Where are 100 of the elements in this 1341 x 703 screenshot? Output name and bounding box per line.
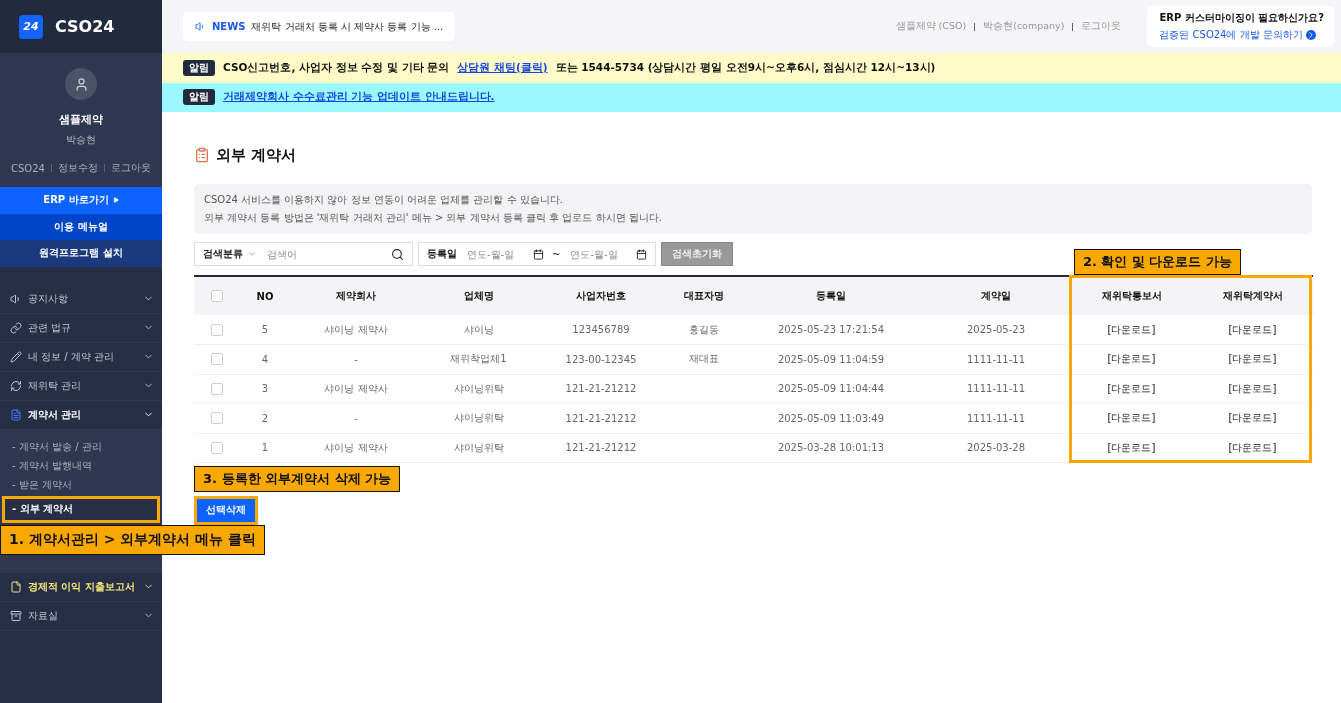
notice-link[interactable]: 상담원 채팅(클릭) — [457, 60, 548, 75]
table-cell: 2025-05-23 — [921, 315, 1071, 345]
quick-button[interactable]: 원격프로그램 설치 — [0, 240, 162, 267]
speaker-icon — [10, 292, 22, 305]
table-cell: 샤이닝위탁 — [421, 433, 536, 463]
menu-item[interactable]: 공지사항 — [0, 284, 162, 314]
column-header: 재위탁통보서 — [1071, 276, 1192, 315]
download-link[interactable]: [다운로드] — [1071, 315, 1192, 345]
user-name: 박승현 — [66, 133, 96, 147]
promo-link[interactable]: 검증된 CSO24에 개발 문의하기 — [1159, 28, 1324, 42]
checkbox[interactable] — [210, 412, 223, 425]
annotation-callout: 3. 등록한 외부계약서 삭제 가능 — [194, 466, 401, 492]
page-title: 외부 계약서 — [216, 145, 297, 165]
checkbox[interactable] — [210, 290, 223, 302]
table-cell: 샤이닝 제약사 — [291, 315, 421, 345]
quick-button[interactable]: ERP 바로가기 — [0, 187, 162, 214]
date-label: 등록일 — [427, 247, 457, 261]
news-ticker[interactable]: NEWS 재위탁 거래처 등록 시 제약사 등록 기능 ... — [183, 12, 456, 41]
download-link[interactable]: [다운로드] — [1071, 403, 1192, 433]
delete-button[interactable]: 선택삭제 — [197, 499, 255, 522]
download-link[interactable]: [다운로드] — [1192, 374, 1313, 404]
category-select[interactable]: 검색분류 — [203, 247, 257, 261]
table-cell: 2025-05-23 17:21:54 — [741, 315, 921, 345]
table-cell: 재대표 — [666, 344, 741, 374]
table-cell: 샤이닝위탁 — [421, 374, 536, 404]
menu-item[interactable]: 재위탁 관리 — [0, 371, 162, 401]
company-name: 샘플제약 — [59, 112, 103, 127]
annotation-callout: 2. 확인 및 다운로드 가능 — [1073, 249, 1241, 275]
quick-button[interactable]: 이용 메뉴얼 — [0, 213, 162, 240]
table-cell: 샤이닝위탁 — [421, 403, 536, 433]
download-link[interactable]: [다운로드] — [1192, 315, 1313, 345]
avatar-icon — [65, 68, 97, 100]
table-cell: 1111-11-11 — [921, 344, 1071, 374]
download-link[interactable]: [다운로드] — [1071, 344, 1192, 374]
news-text: 재위탁 거래처 등록 시 제약사 등록 기능 ... — [251, 19, 444, 34]
chevron-icon — [1305, 30, 1316, 40]
brand-name: CSO24 — [55, 17, 115, 36]
table-cell: 1 — [239, 433, 291, 463]
submenu-item[interactable]: - 외부 계약서 — [2, 495, 160, 523]
checkbox[interactable] — [210, 353, 223, 366]
download-link[interactable]: [다운로드] — [1192, 403, 1313, 433]
download-link[interactable]: [다운로드] — [1192, 344, 1313, 374]
table-cell: 샤이닝 제약사 — [291, 374, 421, 404]
menu-item[interactable]: 계약서 관리 — [0, 400, 162, 430]
download-link[interactable]: [다운로드] — [1192, 433, 1313, 463]
menu-item[interactable]: 자료실 — [0, 601, 162, 631]
submenu-item[interactable]: - 받은 계약서 — [0, 475, 162, 495]
table-cell: 2025-05-09 11:03:49 — [741, 403, 921, 433]
notice-text: 또는 1544-5734 (상담시간 평일 오전9시~오후6시, 점심시간 12시~13시) — [555, 60, 936, 75]
table-cell: - — [291, 403, 421, 433]
submenu-item[interactable]: - 계약서 발송 / 관리 — [0, 437, 162, 457]
document-icon — [10, 408, 22, 421]
download-link[interactable]: [다운로드] — [1071, 374, 1192, 404]
checkbox[interactable] — [210, 441, 223, 454]
speaker-icon — [195, 21, 206, 32]
table-cell: 샤이닝 — [421, 315, 536, 345]
checkbox[interactable] — [210, 323, 223, 336]
calendar-icon[interactable] — [636, 248, 648, 260]
notice-tag: 알림 — [183, 89, 215, 106]
menu-item[interactable]: 관련 법규 — [0, 313, 162, 343]
table-cell: - — [291, 344, 421, 374]
profile-link[interactable]: 정보수정 — [57, 161, 98, 175]
info-text: CSO24 서비스를 이용하지 않아 정보 연동이 어려운 업체를 관리할 수 있습니다. — [204, 193, 564, 207]
checkbox[interactable] — [210, 382, 223, 395]
profile-link[interactable]: CSO24 — [11, 162, 45, 174]
table-cell: 2025-03-28 10:01:13 — [741, 433, 921, 463]
notice-text: CSO신고번호, 사업자 정보 수정 및 기타 문의 — [223, 60, 450, 75]
table-cell: 1111-11-11 — [921, 403, 1071, 433]
news-label: NEWS — [212, 21, 246, 32]
search-icon[interactable] — [391, 247, 404, 261]
column-header: 제약회사 — [291, 276, 421, 315]
pencil-icon — [10, 350, 22, 363]
table-cell: 재위착업체1 — [421, 344, 536, 374]
column-header: 업체명 — [421, 276, 536, 315]
column-header: 등록일 — [741, 276, 921, 315]
table-cell: 샤이닝 제약사 — [291, 433, 421, 463]
column-header: 사업자번호 — [536, 276, 666, 315]
download-link[interactable]: [다운로드] — [1071, 433, 1192, 463]
submenu-item[interactable]: - 계약서 발행내역 — [0, 456, 162, 476]
info-text: 외부 계약서 등록 방법은 '재위탁 거래처 관리' 메뉴 > 외부 계약서 등록 클릭 후 업로드 하시면 됩니다. — [204, 211, 663, 225]
menu-item[interactable]: 경제적 이익 지출보고서 — [0, 572, 162, 602]
table-cell: 2 — [239, 403, 291, 433]
search-field[interactable]: 검색분류 검색어 — [194, 242, 413, 266]
link-icon — [10, 321, 22, 334]
column-header: 계약일 — [921, 276, 1071, 315]
logo-badge: 24 — [19, 14, 43, 39]
table-cell: 5 — [239, 315, 291, 345]
calendar-icon[interactable] — [533, 248, 544, 260]
promo-title: ERP 커스터마이징이 필요하신가요? — [1159, 11, 1324, 25]
column-header: 대표자명 — [666, 276, 741, 315]
table-cell: 123456789 — [536, 315, 666, 345]
column-header: NO — [239, 276, 291, 315]
date-separator: ~ — [552, 248, 561, 260]
menu-item[interactable]: 내 정보 / 계약 관리 — [0, 342, 162, 372]
profile-link[interactable]: 로그아웃 — [110, 161, 151, 175]
file-icon — [10, 580, 22, 593]
table-cell: 2025-05-09 11:04:44 — [741, 374, 921, 404]
archive-icon — [10, 609, 22, 622]
table-cell: 121-21-21212 — [536, 433, 666, 463]
notice-link[interactable]: 거래제약회사 수수료관리 기능 업데이트 안내드립니다. — [223, 90, 495, 105]
